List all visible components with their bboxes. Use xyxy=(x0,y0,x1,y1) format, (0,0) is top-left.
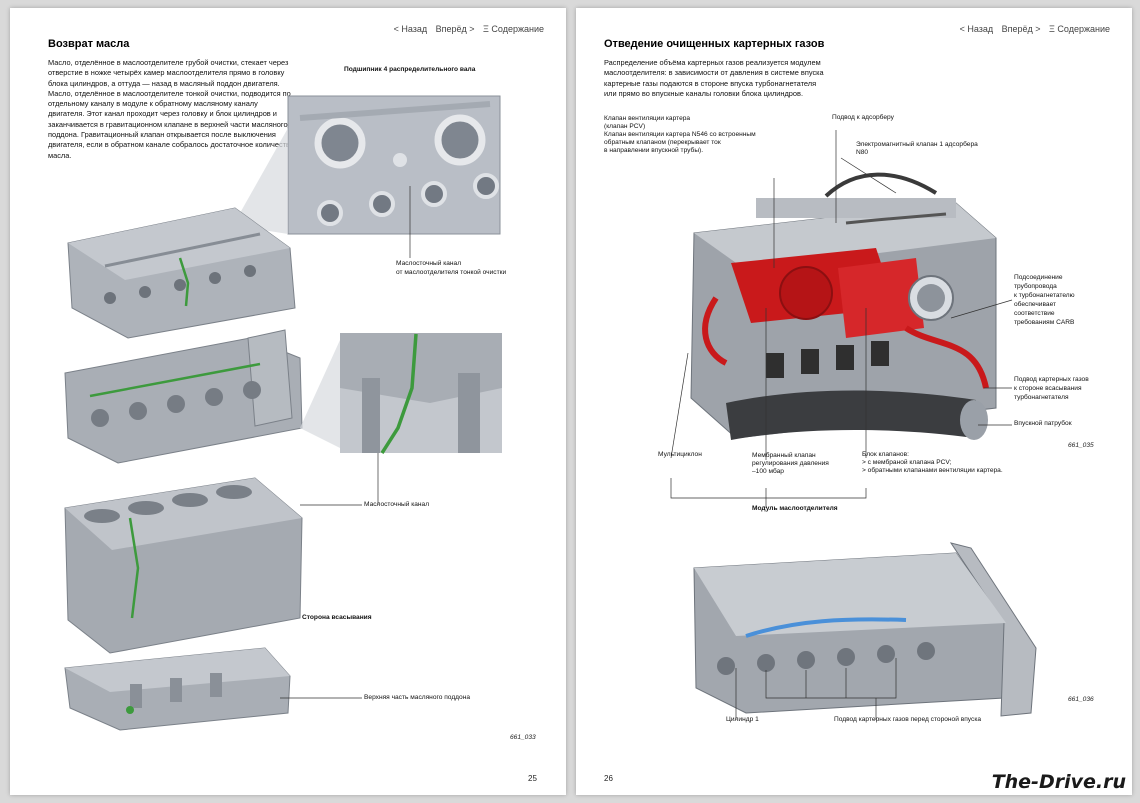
cylinder-head-image xyxy=(67,207,296,339)
label-turbo-line6: требованиям CARB xyxy=(1014,319,1075,326)
page-left: < Назад Вперёд > Ξ Содержание Возврат ма… xyxy=(10,8,566,795)
label-gas-turbo-line2: к стороне всасывания xyxy=(1014,385,1082,392)
label-turbo-line5: соответствие xyxy=(1014,310,1055,317)
label-multicyclone: Мультициклон xyxy=(658,451,702,458)
label-drain-fine-line1: Маслосточный канал xyxy=(396,260,462,267)
figure-number-1: 661_035 xyxy=(1068,442,1094,449)
label-gas-intake: Подвод картерных газов перед стороной вп… xyxy=(834,716,982,723)
oil-pan-image xyxy=(64,647,291,731)
label-gas-turbo-line3: турбонагнетателя xyxy=(1014,394,1069,401)
label-oil-pan-top: Верхняя часть масляного поддона xyxy=(364,694,471,701)
label-turbo-line3: к турбонагнетателю xyxy=(1014,292,1075,299)
label-bearing: Подшипник 4 распределительного вала xyxy=(344,66,476,73)
cylinder-head-side-image xyxy=(64,329,303,464)
label-valve-block-line3: > обратными клапанами вентиляции картера… xyxy=(862,467,1003,474)
label-adsorber: Подвод к адсорберу xyxy=(832,114,894,121)
engine-illustrations xyxy=(64,95,502,731)
label-gas-turbo-line1: Подвод картерных газов xyxy=(1014,376,1089,383)
label-solenoid-line1: Электромагнитный клапан 1 адсорбера xyxy=(856,141,978,148)
bearing-detail-image xyxy=(287,95,501,235)
page-number: 25 xyxy=(528,774,537,783)
label-turbo-line2: трубопровода xyxy=(1014,283,1057,290)
engine-top-image xyxy=(690,172,997,440)
page-number: 26 xyxy=(604,774,613,783)
label-intake-pipe: Впускной патрубок xyxy=(1014,420,1072,427)
page-right: < Назад Вперёд > Ξ Содержание Отведение … xyxy=(576,8,1132,795)
drain-channel-detail-image xyxy=(340,333,502,454)
label-turbo-line1: Подсоединение xyxy=(1014,274,1063,281)
figure-number: 661_033 xyxy=(510,734,536,741)
label-drain-channel: Маслосточный канал xyxy=(364,501,430,508)
label-solenoid-line2: N80 xyxy=(856,149,869,156)
label-intake-side: Сторона всасывания xyxy=(302,614,372,621)
label-turbo-line4: обеспечивает xyxy=(1014,301,1057,308)
label-module: Модуль маслоотделителя xyxy=(752,505,838,512)
figure-number-2: 661_036 xyxy=(1068,696,1094,703)
cylinder-head-bottom-image xyxy=(693,542,1037,717)
site-logo: The-Drive.ru xyxy=(991,771,1126,793)
label-pcv-line5: в направлении впускной трубы). xyxy=(604,147,704,154)
label-cylinder-1: Цилиндр 1 xyxy=(726,716,759,723)
label-drain-fine-line2: от маслоотделителя тонкой очистки xyxy=(396,269,507,276)
label-membrane-line3: –100 мбар xyxy=(752,468,784,475)
cylinder-block-image xyxy=(64,477,303,654)
